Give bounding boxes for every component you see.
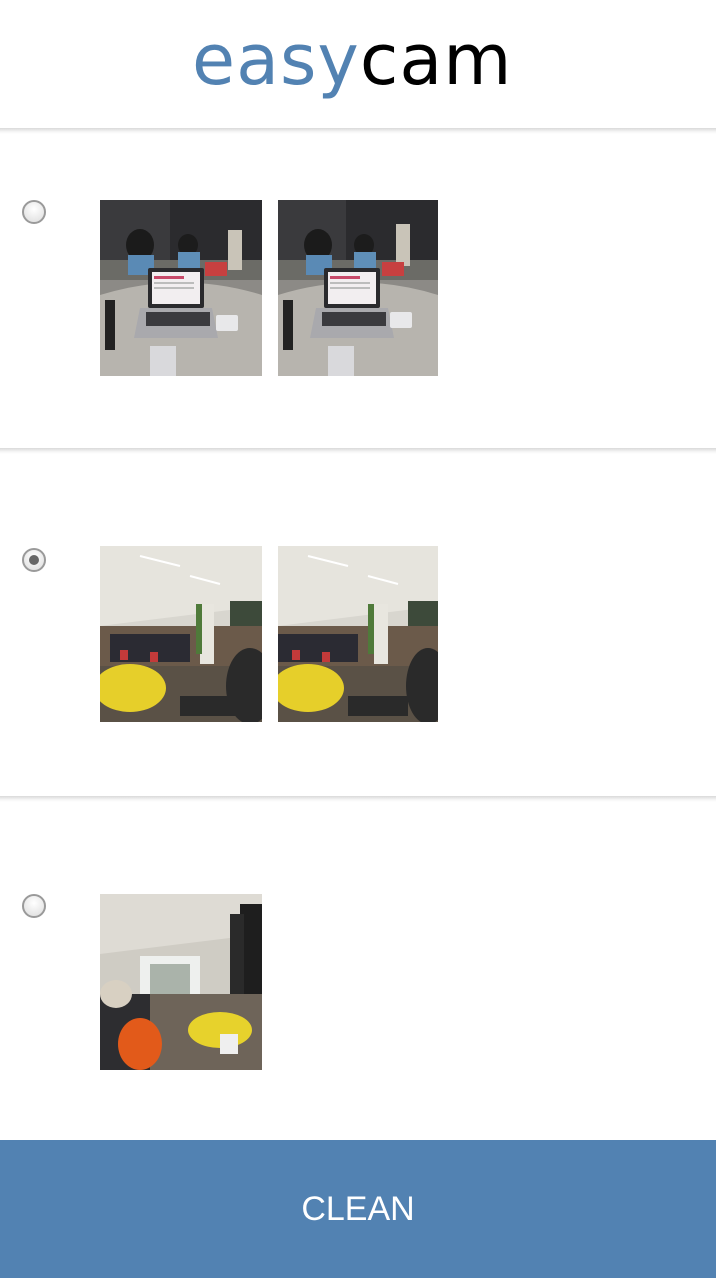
group-1-photo-2[interactable] bbox=[278, 200, 438, 376]
easycam-logo: easycam bbox=[192, 18, 524, 102]
group-1-radio[interactable] bbox=[22, 200, 46, 224]
photo-group-2[interactable] bbox=[0, 454, 716, 796]
group-2-photo-2[interactable] bbox=[278, 546, 438, 722]
logo-text-easy: easy bbox=[192, 19, 360, 101]
group-2-radio[interactable] bbox=[22, 548, 46, 572]
group-3-photo-1[interactable] bbox=[100, 894, 262, 1070]
photo-group-3[interactable] bbox=[0, 802, 716, 1140]
group-3-radio[interactable] bbox=[22, 894, 46, 918]
photo-group-1[interactable] bbox=[0, 134, 716, 448]
logo-text-cam: cam bbox=[359, 19, 513, 101]
app-header: easycam bbox=[0, 0, 716, 128]
group-2-photo-1[interactable] bbox=[100, 546, 262, 722]
group-1-photo-1[interactable] bbox=[100, 200, 262, 376]
clean-button[interactable]: CLEAN bbox=[0, 1140, 716, 1278]
